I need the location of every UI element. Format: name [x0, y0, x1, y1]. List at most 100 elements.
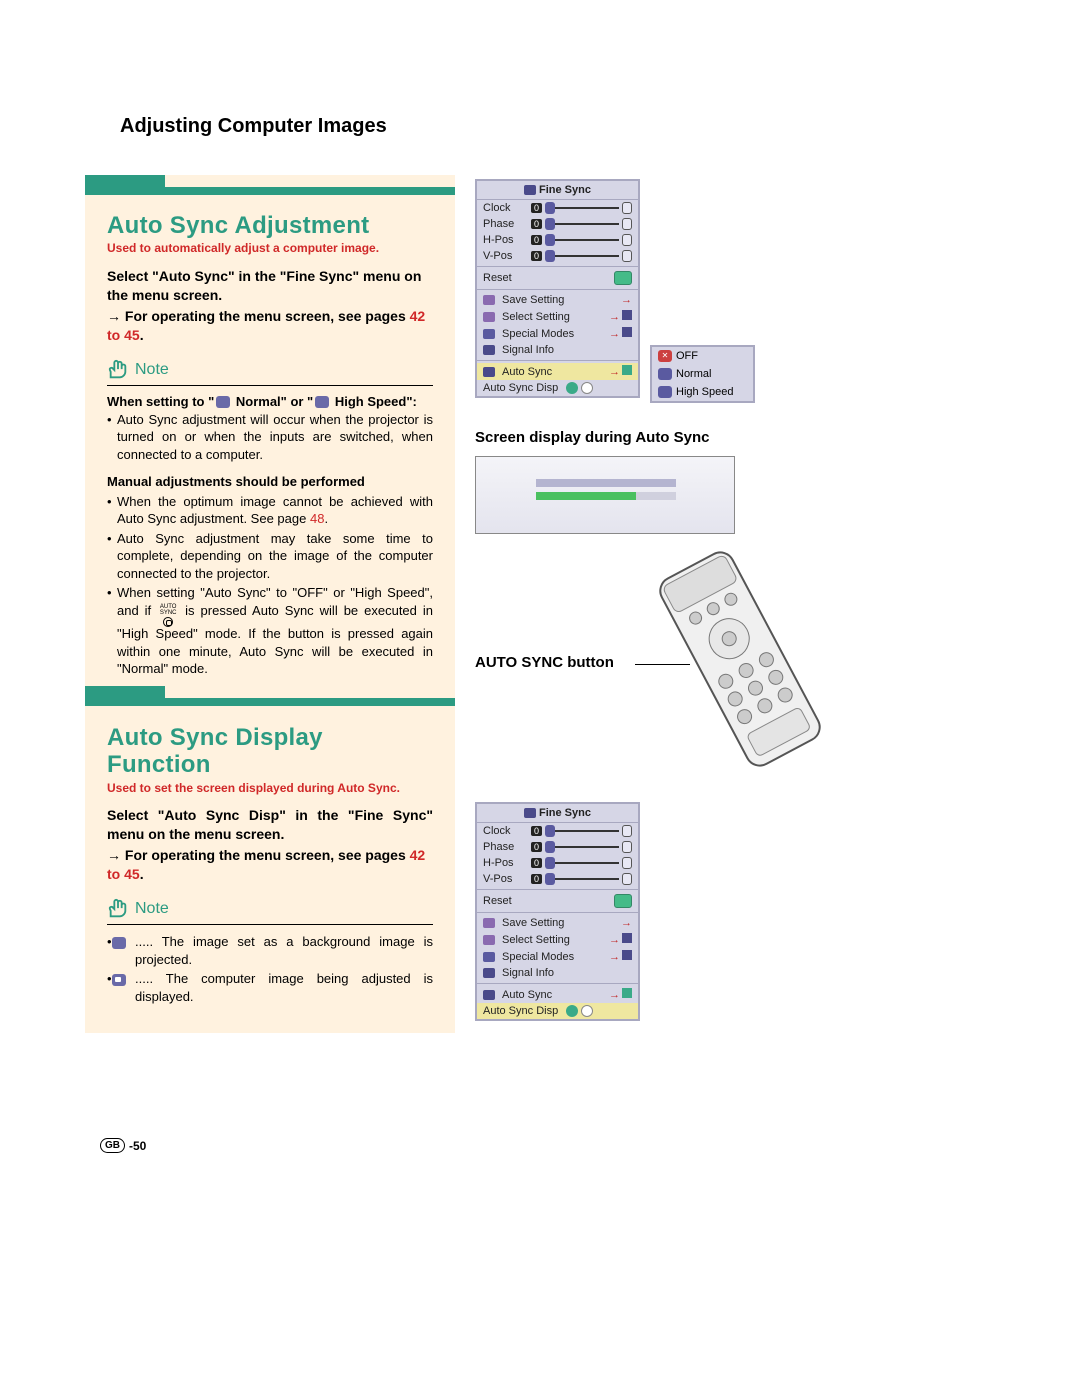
- row-select-setting: Select Setting→: [477, 308, 638, 325]
- row-special-modes: Special Modes→: [477, 325, 638, 342]
- row2-clock: Clock0: [477, 823, 638, 839]
- note2-rule: [107, 924, 433, 925]
- when-setting-a: When setting to ": [107, 394, 214, 409]
- page-title: Adjusting Computer Images: [120, 115, 387, 138]
- bullet-optimum: When the optimum image cannot be achieve…: [117, 493, 433, 528]
- row2-auto-sync: Auto Sync→: [477, 986, 638, 1003]
- autosync-icon: [483, 367, 495, 377]
- normal-mode-icon: [216, 396, 230, 408]
- normal-icon: [658, 368, 672, 380]
- note-hand-icon: [107, 359, 129, 381]
- row2-special: Special Modes→: [477, 948, 638, 965]
- row-auto-sync-disp: Auto Sync Disp: [477, 380, 638, 396]
- fine-sync-menu-illustration-1: Fine Sync Clock0 Phase0 H-Pos0 V-Pos0 Re…: [475, 179, 995, 409]
- auto-sync-button-glyph: AUTO SYNC: [157, 604, 179, 627]
- row2-select: Select Setting→: [477, 931, 638, 948]
- row-clock: Clock0: [477, 200, 638, 216]
- reset-button-icon-2: [614, 894, 632, 908]
- row-save-setting: Save Setting→: [477, 292, 638, 308]
- popup-off: ✕OFF: [652, 347, 753, 365]
- row-signal-info: Signal Info: [477, 342, 638, 358]
- note2-label: Note: [135, 900, 169, 918]
- row-hpos: H-Pos0: [477, 232, 638, 248]
- section-subtitle: Used to automatically adjust a computer …: [107, 241, 433, 257]
- disp-toggle-icons-2: [566, 1005, 593, 1017]
- row2-hpos: H-Pos0: [477, 855, 638, 871]
- high-speed-mode-icon: [315, 396, 329, 408]
- signal-icon-2: [483, 968, 495, 978]
- remote-control-icon: [645, 544, 835, 774]
- select-icon-2: [483, 935, 495, 945]
- hpos-slider: 0: [531, 234, 632, 246]
- select-icon: [483, 312, 495, 322]
- vpos-slider: 0: [531, 250, 632, 262]
- fine-sync-title-2: Fine Sync: [477, 804, 638, 823]
- popup-high-speed: High Speed: [652, 383, 753, 401]
- save-icon: [483, 295, 495, 305]
- when-setting-c: High Speed":: [331, 394, 417, 409]
- disp-computer-icon: [112, 974, 126, 986]
- row-phase: Phase0: [477, 216, 638, 232]
- disp-option-list: •..... The image set as a background ima…: [107, 933, 433, 1005]
- content-layout: Auto Sync Adjustment Used to automatical…: [85, 175, 995, 1033]
- clock-slider: 0: [531, 202, 632, 214]
- special-icon: [483, 329, 495, 339]
- when-setting-b: Normal" or ": [232, 394, 313, 409]
- right-column: Fine Sync Clock0 Phase0 H-Pos0 V-Pos0 Re…: [475, 175, 995, 1033]
- disp-bg-icon: [112, 937, 126, 949]
- bullet-optimum-b: .: [324, 511, 328, 526]
- section-tab-bar: [85, 187, 455, 195]
- manual-adjustments-heading: Manual adjustments should be performed: [107, 473, 433, 491]
- when-setting-line: When setting to " Normal" or " High Spee…: [107, 394, 433, 409]
- section-title: Auto Sync Adjustment: [107, 213, 433, 239]
- row2-auto-sync-disp-highlight: Auto Sync Disp: [477, 1003, 638, 1019]
- popup-normal: Normal: [652, 365, 753, 383]
- auto-sync-progress-screen: [475, 456, 735, 534]
- note-heading: Note: [107, 359, 433, 381]
- special-icon-2: [483, 952, 495, 962]
- note-list-2: • When the optimum image cannot be achie…: [107, 493, 433, 678]
- fine-sync-title-icon-2: [524, 808, 536, 818]
- row-auto-sync-highlight: Auto Sync→: [477, 363, 638, 380]
- section2-tab-bar: [85, 698, 455, 706]
- page-number: GB -50: [100, 1138, 146, 1153]
- section2-see-pages-b: .: [140, 866, 144, 882]
- auto-sync-button-label: AUTO SYNC button: [475, 654, 614, 671]
- section2-subtitle: Used to set the screen displayed during …: [107, 781, 433, 797]
- signal-icon: [483, 345, 495, 355]
- row2-reset: Reset: [477, 892, 638, 910]
- bullet-disp-bg: ..... The image set as a background imag…: [135, 933, 433, 968]
- reset-button-icon: [614, 271, 632, 285]
- see-pages-instruction: → For operating the menu screen, see pag…: [107, 307, 433, 345]
- row2-signal: Signal Info: [477, 965, 638, 981]
- bullet-optimum-a: When the optimum image cannot be achieve…: [117, 494, 433, 527]
- note-rule: [107, 385, 433, 386]
- left-column: Auto Sync Adjustment Used to automatical…: [85, 175, 455, 1033]
- bullet-disp-computer: ..... The computer image being adjusted …: [135, 970, 433, 1005]
- page-number-value: -50: [129, 1139, 146, 1153]
- row2-vpos: V-Pos0: [477, 871, 638, 887]
- phase-slider: 0: [531, 218, 632, 230]
- row2-phase: Phase0: [477, 839, 638, 855]
- disp-toggle-icons: [566, 382, 593, 394]
- remote-illustration-area: AUTO SYNC button: [475, 564, 995, 774]
- gb-badge: GB: [100, 1138, 125, 1153]
- auto-sync-popup: ✕OFF Normal High Speed: [650, 345, 755, 403]
- progress-fill: [536, 492, 636, 500]
- see-pages-prefix: → For operating the menu screen, see pag…: [107, 308, 410, 324]
- fine-sync-title-icon: [524, 185, 536, 195]
- section-tab-decor: [85, 175, 455, 187]
- fine-sync-menu: Fine Sync Clock0 Phase0 H-Pos0 V-Pos0 Re…: [475, 179, 640, 398]
- row-reset: Reset: [477, 269, 638, 287]
- caption-screen-display: Screen display during Auto Sync: [475, 429, 995, 446]
- fine-sync-title: Fine Sync: [477, 181, 638, 200]
- note-hand-icon: [107, 898, 129, 920]
- section2-title: Auto Sync Display Function: [107, 724, 433, 779]
- off-icon: ✕: [658, 350, 672, 362]
- row-vpos: V-Pos0: [477, 248, 638, 264]
- bullet-take-time: Auto Sync adjustment may take some time …: [117, 530, 433, 583]
- section2-tab-decor: [85, 686, 455, 698]
- note2-heading: Note: [107, 898, 433, 920]
- see-pages-suffix: .: [140, 327, 144, 343]
- page-link-48[interactable]: 48: [310, 511, 324, 526]
